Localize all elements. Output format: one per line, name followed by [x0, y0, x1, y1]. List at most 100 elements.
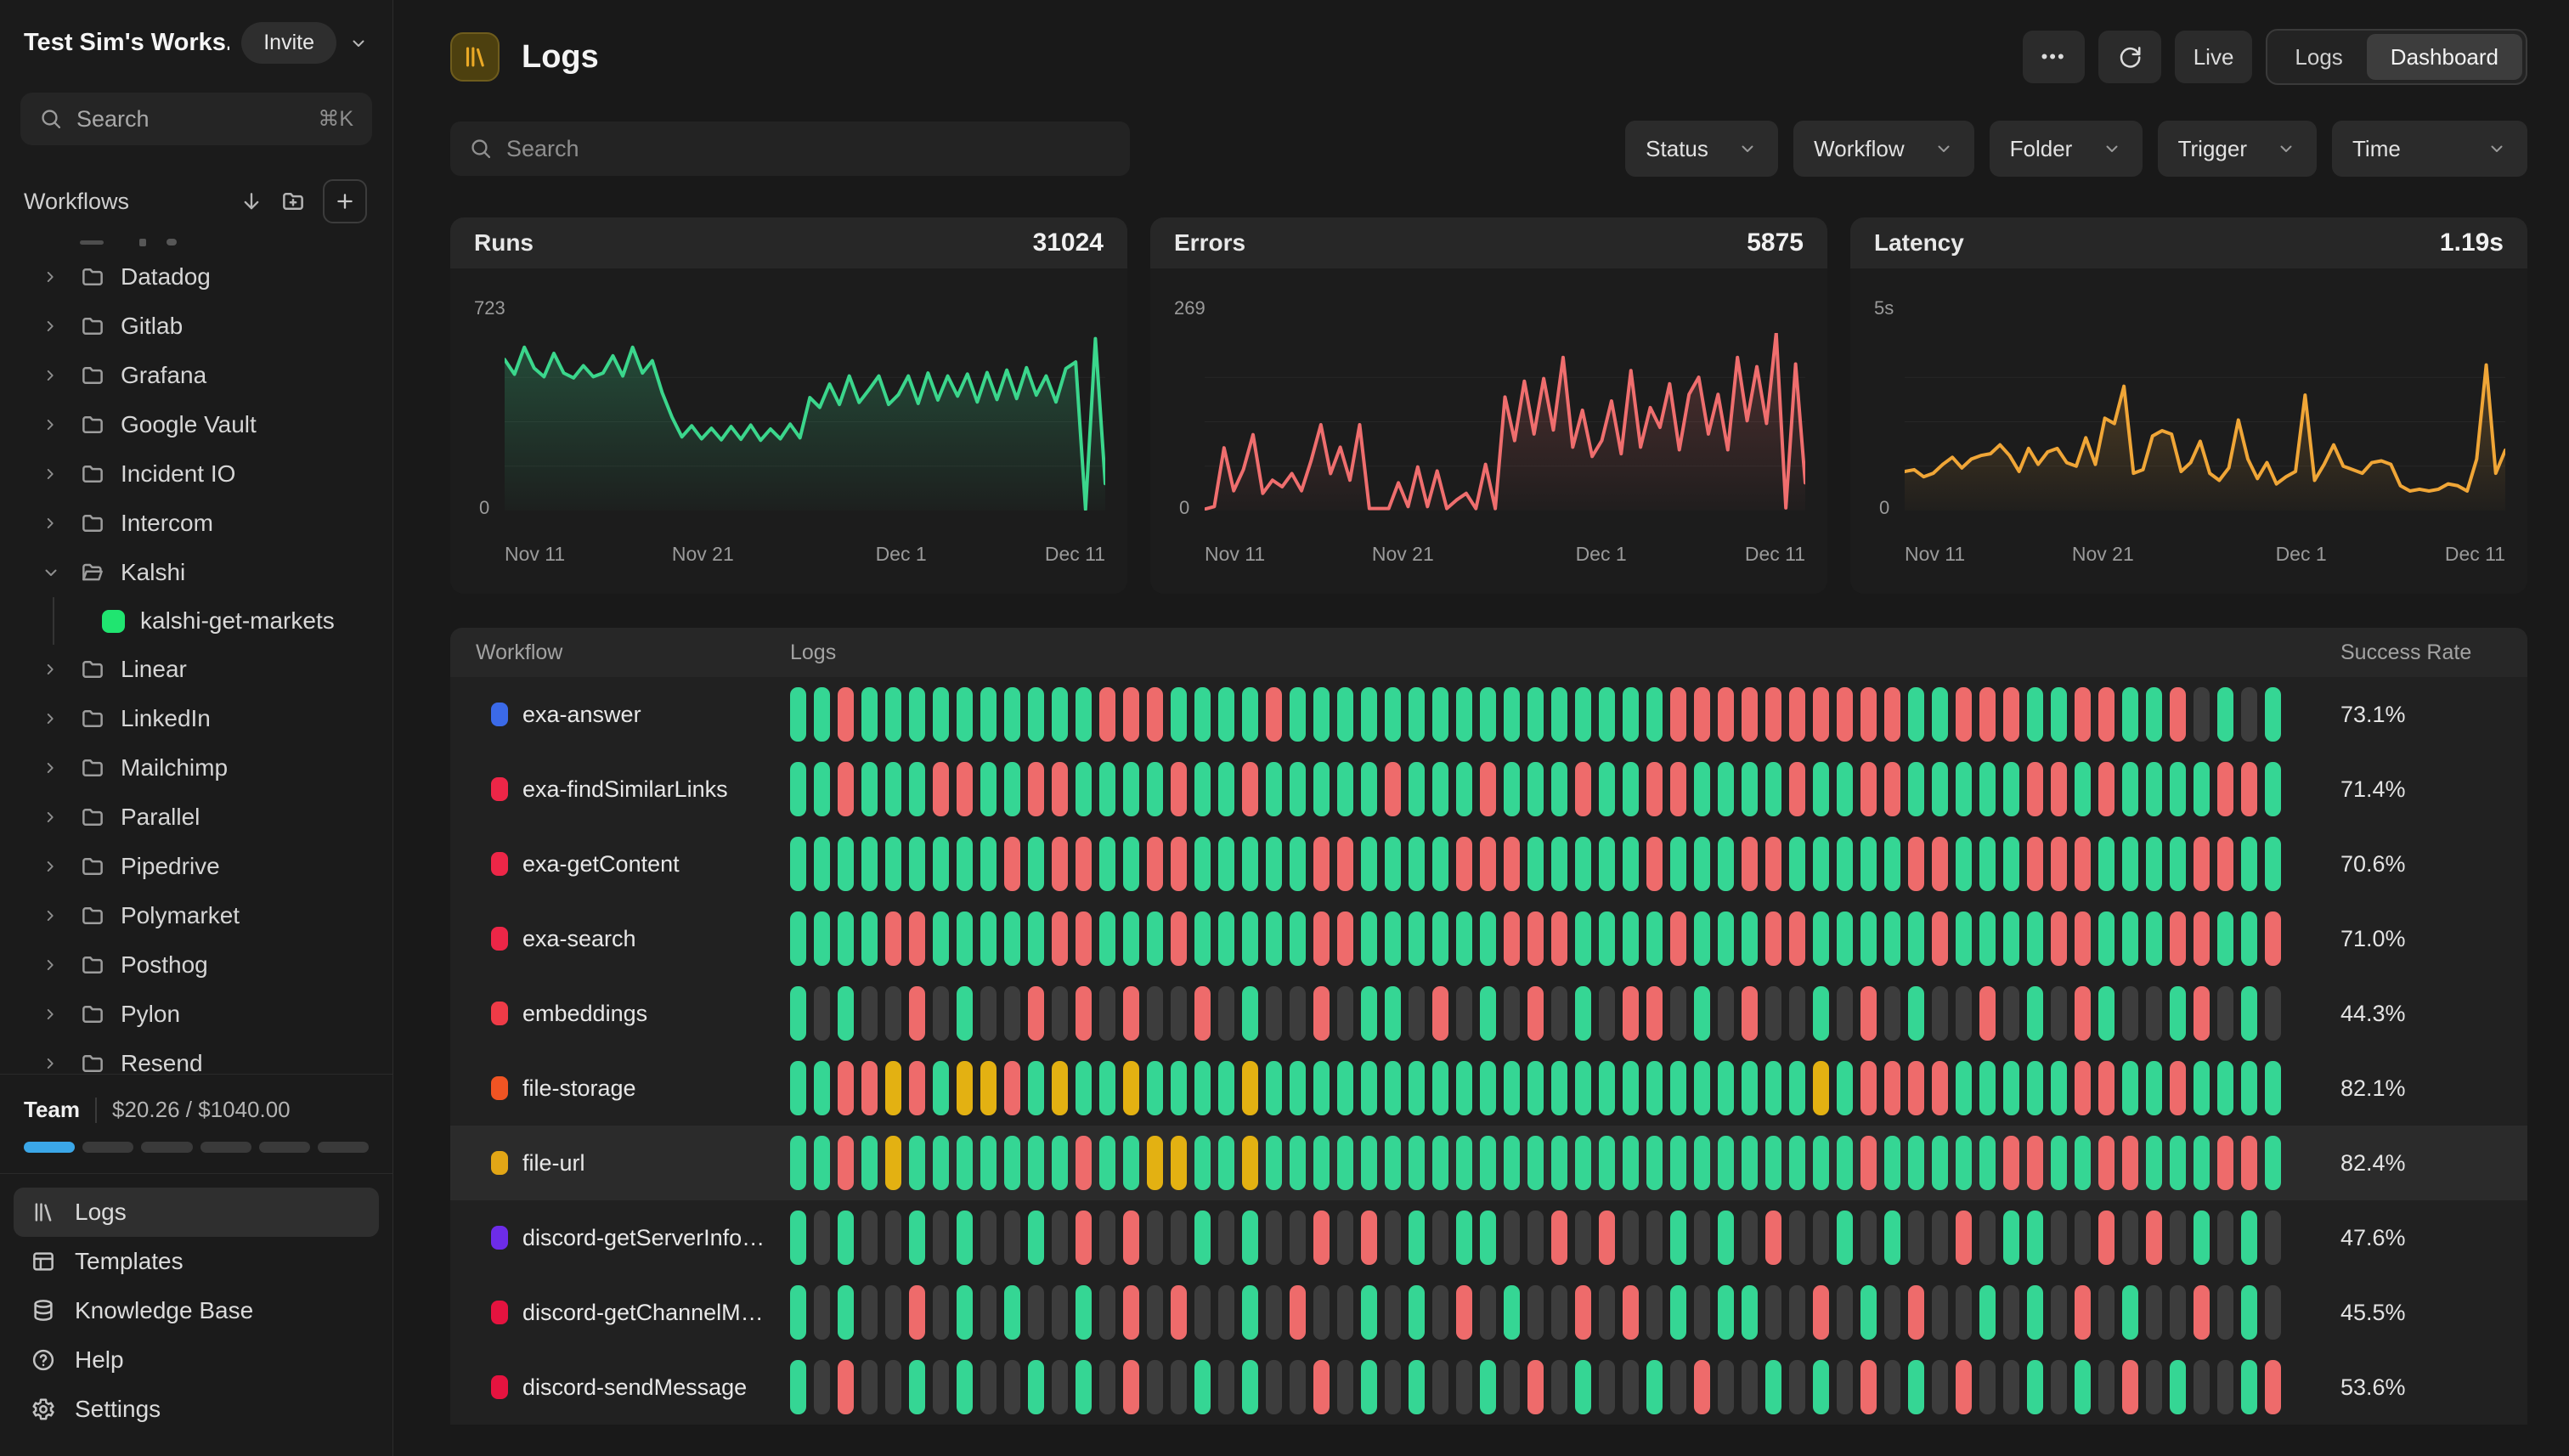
- log-pill: [1884, 687, 1900, 742]
- log-pill: [814, 1360, 830, 1414]
- new-folder-icon[interactable]: [280, 189, 306, 214]
- sidebar-folder-pylon[interactable]: Pylon: [20, 990, 372, 1039]
- sidebar-search[interactable]: Search ⌘K: [20, 93, 372, 145]
- sidebar-folder-mailchimp[interactable]: Mailchimp: [20, 743, 372, 793]
- log-pill: [1266, 1211, 1282, 1265]
- sidebar-folder-intercom[interactable]: Intercom: [20, 499, 372, 548]
- workflow-cell: exa-findSimilarLinks: [450, 776, 790, 803]
- sidebar-item-help[interactable]: Help: [14, 1335, 379, 1385]
- table-row-exa-answer[interactable]: exa-answer 73.1%: [450, 677, 2527, 752]
- workflow-cell: file-storage: [450, 1075, 790, 1102]
- table-row-embeddings[interactable]: embeddings 44.3%: [450, 976, 2527, 1051]
- sidebar-item-logs[interactable]: Logs: [14, 1188, 379, 1237]
- log-pill: [1313, 911, 1330, 966]
- logs-strip: [790, 1360, 2340, 1414]
- sidebar-folder-kalshi[interactable]: Kalshi: [20, 548, 372, 597]
- sidebar-folder-datadog[interactable]: Datadog: [20, 252, 372, 302]
- sidebar-folder-incident-io[interactable]: Incident IO: [20, 449, 372, 499]
- workflow-dot: [491, 1151, 508, 1175]
- log-pill: [1551, 911, 1567, 966]
- filter-status[interactable]: Status: [1625, 121, 1778, 177]
- log-pill: [2051, 1285, 2067, 1340]
- main-search[interactable]: [450, 121, 1130, 176]
- log-pill: [1171, 837, 1187, 891]
- live-button[interactable]: Live: [2175, 31, 2253, 83]
- more-button[interactable]: •••: [2023, 31, 2085, 83]
- log-pill: [1646, 687, 1663, 742]
- toggle-option-dashboard[interactable]: Dashboard: [2367, 34, 2522, 80]
- sidebar-folder-gitlab[interactable]: Gitlab: [20, 302, 372, 351]
- log-pill: [1099, 986, 1115, 1041]
- table-row-discord-getserverinfo-[interactable]: discord-getServerInfo… 47.6%: [450, 1200, 2527, 1275]
- log-pill: [1385, 911, 1401, 966]
- log-pill: [1742, 762, 1758, 816]
- log-pill: [2027, 762, 2043, 816]
- log-pill: [1694, 1285, 1710, 1340]
- refresh-button[interactable]: [2098, 31, 2161, 83]
- log-pill: [861, 1136, 878, 1190]
- log-pill: [1599, 687, 1615, 742]
- sidebar-item-settings[interactable]: Settings: [14, 1385, 379, 1434]
- add-workflow-button[interactable]: [323, 179, 367, 223]
- log-pill: [1313, 1211, 1330, 1265]
- sort-arrow-down-icon[interactable]: [240, 189, 263, 213]
- sidebar-folder-linkedin[interactable]: LinkedIn: [20, 694, 372, 743]
- log-pill: [861, 687, 878, 742]
- sidebar-item-templates[interactable]: Templates: [14, 1237, 379, 1286]
- sidebar-folder-parallel[interactable]: Parallel: [20, 793, 372, 842]
- log-pill: [1742, 911, 1758, 966]
- sidebar-folder-posthog[interactable]: Posthog: [20, 940, 372, 990]
- table-row-file-storage[interactable]: file-storage 82.1%: [450, 1051, 2527, 1126]
- log-pill: [909, 1061, 925, 1115]
- log-pill: [814, 687, 830, 742]
- invite-button[interactable]: Invite: [241, 22, 336, 64]
- x-axis-labels: Nov 11Nov 21Dec 1Dec 11: [1905, 543, 2505, 567]
- log-pill: [2122, 1061, 2138, 1115]
- sidebar-workflow-kalshi-get-markets[interactable]: kalshi-get-markets: [20, 597, 372, 645]
- log-pill: [1504, 986, 1520, 1041]
- sidebar-item-knowledge-base[interactable]: Knowledge Base: [14, 1286, 379, 1335]
- log-pill: [2122, 687, 2138, 742]
- success-rate: 73.1%: [2340, 702, 2527, 728]
- filter-time[interactable]: Time: [2332, 121, 2527, 177]
- table-row-discord-getchannelm-[interactable]: discord-getChannelM… 45.5%: [450, 1275, 2527, 1350]
- log-pill: [1337, 762, 1353, 816]
- table-row-exa-getcontent[interactable]: exa-getContent 70.6%: [450, 827, 2527, 901]
- table-row-discord-sendmessage[interactable]: discord-sendMessage 53.6%: [450, 1350, 2527, 1425]
- sidebar-folder-resend[interactable]: Resend: [20, 1039, 372, 1074]
- sidebar-folder-linear[interactable]: Linear: [20, 645, 372, 694]
- log-pill: [2027, 1360, 2043, 1414]
- log-pill: [1884, 1136, 1900, 1190]
- table-row-exa-search[interactable]: exa-search 71.0%: [450, 901, 2527, 976]
- x-axis-labels: Nov 11Nov 21Dec 1Dec 11: [1205, 543, 1805, 567]
- log-pill: [2265, 1136, 2281, 1190]
- workspace-chevron-down-icon[interactable]: [348, 33, 369, 54]
- log-pill: [1480, 1061, 1496, 1115]
- log-pill: [2051, 986, 2067, 1041]
- filter-workflow[interactable]: Workflow: [1793, 121, 1973, 177]
- log-pill: [1147, 1285, 1163, 1340]
- table-row-file-url[interactable]: file-url 82.4%: [450, 1126, 2527, 1200]
- log-pill: [1599, 1285, 1615, 1340]
- toggle-option-logs[interactable]: Logs: [2271, 34, 2366, 80]
- sidebar-folder-grafana[interactable]: Grafana: [20, 351, 372, 400]
- log-pill: [1599, 1136, 1615, 1190]
- sidebar-folder-pipedrive[interactable]: Pipedrive: [20, 842, 372, 891]
- team-usage-section: Team $20.26 / $1040.00: [0, 1074, 392, 1173]
- usage-segment: [259, 1142, 310, 1153]
- table-row-exa-findsimilarlinks[interactable]: exa-findSimilarLinks 71.4%: [450, 752, 2527, 827]
- main-search-input[interactable]: [506, 136, 1111, 162]
- log-pill: [1551, 1136, 1567, 1190]
- sidebar-folder-polymarket[interactable]: Polymarket: [20, 891, 372, 940]
- log-pill: [2075, 687, 2091, 742]
- filter-trigger[interactable]: Trigger: [2158, 121, 2317, 177]
- log-pill: [790, 762, 806, 816]
- log-pill: [1242, 762, 1258, 816]
- log-pill: [1361, 1285, 1377, 1340]
- workflow-name: discord-sendMessage: [522, 1374, 747, 1401]
- log-pill: [1551, 837, 1567, 891]
- sidebar-folder-google-vault[interactable]: Google Vault: [20, 400, 372, 449]
- log-pill: [2194, 687, 2210, 742]
- log-pill: [2075, 837, 2091, 891]
- filter-folder[interactable]: Folder: [1990, 121, 2143, 177]
